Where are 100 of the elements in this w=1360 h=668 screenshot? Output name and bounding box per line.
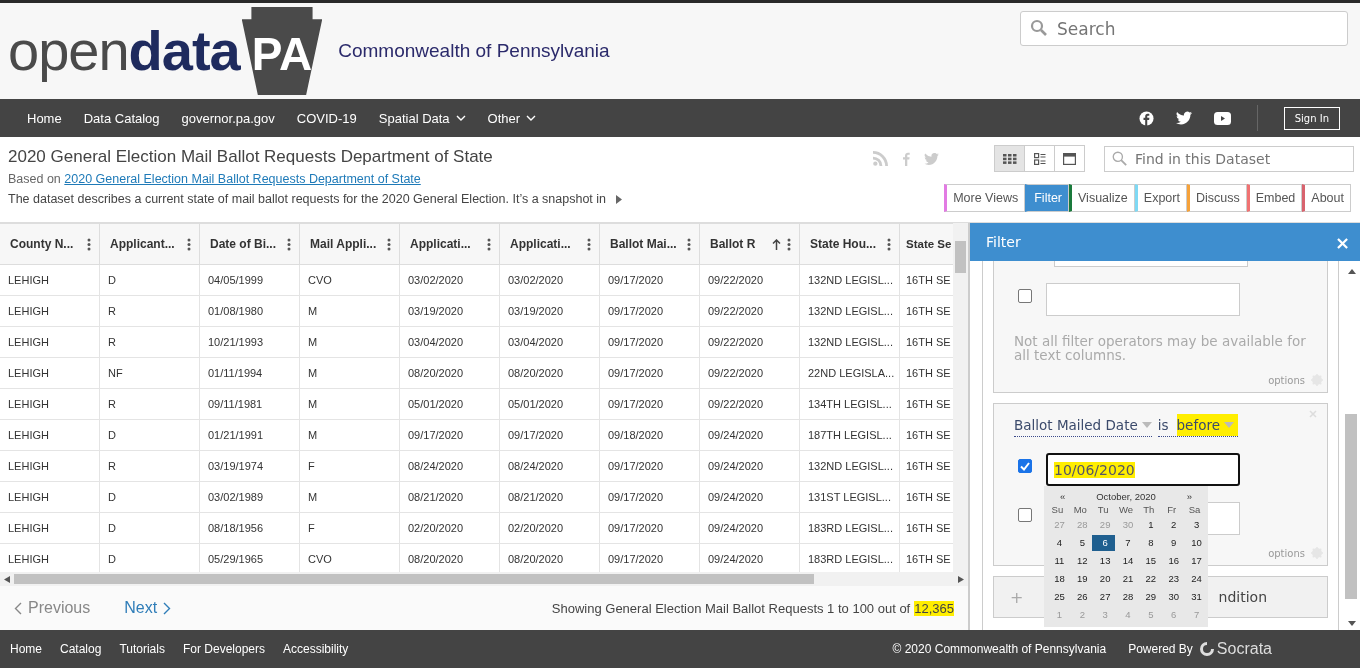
- table-cell: 03/19/1974: [200, 451, 300, 482]
- table-cell: 08/24/2020: [400, 451, 500, 482]
- dataset-title: 2020 General Election Mail Ballot Requests Department of State: [8, 147, 493, 167]
- table-cell: 09/24/2020: [700, 482, 800, 513]
- weekday-label: Mo: [1072, 504, 1088, 515]
- table-cell: 08/21/2020: [400, 482, 500, 513]
- table-cell: 09/17/2020: [600, 513, 700, 544]
- table-cell: LEHIGH: [0, 327, 100, 358]
- table-cell: 09/22/2020: [700, 265, 800, 296]
- table-cell: 09/17/2020: [400, 420, 500, 451]
- table-cell: 08/20/2020: [400, 358, 500, 389]
- filter-note: Not all filter operators may be available for all text columns.: [1014, 334, 1307, 363]
- total-count: 12,365: [914, 600, 954, 616]
- weekday-label: We: [1117, 504, 1135, 515]
- table-cell: 09/22/2020: [700, 358, 800, 389]
- table-cell: LEHIGH: [0, 389, 100, 420]
- table-cell: 132ND LEGISL...: [800, 265, 900, 296]
- table-cell: 09/17/2020: [600, 327, 700, 358]
- table-cell: 03/02/2020: [400, 265, 500, 296]
- table-cell: 187TH LEGISL...: [800, 420, 900, 451]
- table-cell: 01/21/1991: [200, 420, 300, 451]
- keystone-badge: PA: [241, 7, 323, 95]
- table-cell: 09/24/2020: [700, 513, 800, 544]
- table-cell: D: [100, 513, 200, 544]
- table-cell: D: [100, 482, 200, 513]
- table-cell: 09/17/2020: [600, 389, 700, 420]
- table-cell: R: [100, 451, 200, 482]
- table-cell: 03/04/2020: [500, 327, 600, 358]
- table-cell: 134TH LEGISL...: [800, 389, 900, 420]
- table-cell: M: [300, 296, 400, 327]
- table-cell: LEHIGH: [0, 265, 100, 296]
- brand-name: Socrata: [1216, 640, 1272, 658]
- table-cell: 09/17/2020: [600, 358, 700, 389]
- table-cell: 08/20/2020: [500, 358, 600, 389]
- dataset-description: The dataset describes a current state of mail ballot requests for the 2020 General Election. It’s a snapshot in: [8, 192, 607, 206]
- table-cell: 09/17/2020: [600, 451, 700, 482]
- table-cell: 03/04/2020: [400, 327, 500, 358]
- table-cell: 09/22/2020: [700, 327, 800, 358]
- table-cell: 09/22/2020: [700, 389, 800, 420]
- weekday-label: Sa: [1187, 504, 1202, 515]
- table-cell: R: [100, 327, 200, 358]
- table-cell: 09/17/2020: [600, 265, 700, 296]
- table-cell: CVO: [300, 265, 400, 296]
- table-cell: 09/18/2020: [600, 420, 700, 451]
- table-cell: 131ST LEGISL...: [800, 482, 900, 513]
- copyright-text: © 2020 Commonwealth of Pennsylvania: [892, 642, 1107, 656]
- weekday-label: Su: [1050, 504, 1065, 515]
- table-cell: 10/21/1993: [200, 327, 300, 358]
- table-cell: NF: [100, 358, 200, 389]
- table-cell: 09/24/2020: [700, 420, 800, 451]
- table-cell: 132ND LEGISL...: [800, 451, 900, 482]
- table-cell: M: [300, 420, 400, 451]
- table-cell: 03/02/1989: [200, 482, 300, 513]
- table-cell: LEHIGH: [0, 513, 100, 544]
- table-cell: 22ND LEGISLA...: [800, 358, 900, 389]
- table-cell: 09/17/2020: [600, 482, 700, 513]
- table-cell: LEHIGH: [0, 420, 100, 451]
- table-cell: 09/24/2020: [700, 451, 800, 482]
- panel-title: Filter: [986, 234, 1021, 250]
- table-cell: F: [300, 451, 400, 482]
- table-cell: F: [300, 513, 400, 544]
- table-cell: 01/08/1980: [200, 296, 300, 327]
- weekday-label: Th: [1142, 504, 1156, 515]
- table-cell: LEHIGH: [0, 296, 100, 327]
- table-cell: R: [100, 296, 200, 327]
- table-cell: R: [100, 389, 200, 420]
- table-cell: M: [300, 389, 400, 420]
- table-cell: 183RD LEGISL...: [800, 513, 900, 544]
- logo-text: data: [128, 23, 240, 79]
- based-on-label: Based on: [8, 172, 61, 186]
- table-cell: D: [100, 265, 200, 296]
- table-cell: 03/02/2020: [500, 265, 600, 296]
- table-cell: LEHIGH: [0, 482, 100, 513]
- table-cell: 08/24/2020: [500, 451, 600, 482]
- table-cell: M: [300, 358, 400, 389]
- table-cell: D: [100, 420, 200, 451]
- table-cell: 08/21/2020: [500, 482, 600, 513]
- table-cell: 132ND LEGISL...: [800, 296, 900, 327]
- table-cell: 03/19/2020: [400, 296, 500, 327]
- site-title: Commonwealth of Pennsylvania: [338, 40, 610, 62]
- table-cell: 02/20/2020: [400, 513, 500, 544]
- table-cell: 02/20/2020: [500, 513, 600, 544]
- weekday-label: Tu: [1096, 504, 1110, 515]
- table-cell: 04/05/1999: [200, 265, 300, 296]
- table-cell: 09/11/1981: [200, 389, 300, 420]
- powered-by-text: Powered By: [1128, 642, 1193, 656]
- weekday-label: Fr: [1166, 504, 1178, 515]
- table-cell: M: [300, 327, 400, 358]
- table-cell: 03/19/2020: [500, 296, 600, 327]
- table-cell: 01/11/1994: [200, 358, 300, 389]
- table-cell: 05/01/2020: [400, 389, 500, 420]
- table-cell: 09/22/2020: [700, 296, 800, 327]
- table-cell: M: [300, 482, 400, 513]
- row-count-text: Showing General Election Mail Ballot Requests 1 to 100 out of: [551, 600, 911, 616]
- table-cell: 132ND LEGISL...: [800, 327, 900, 358]
- month-title: October, 2020: [1096, 491, 1156, 502]
- table-cell: 05/01/2020: [500, 389, 600, 420]
- table-cell: LEHIGH: [0, 358, 100, 389]
- table-cell: 08/18/1956: [200, 513, 300, 544]
- table-cell: 09/17/2020: [600, 296, 700, 327]
